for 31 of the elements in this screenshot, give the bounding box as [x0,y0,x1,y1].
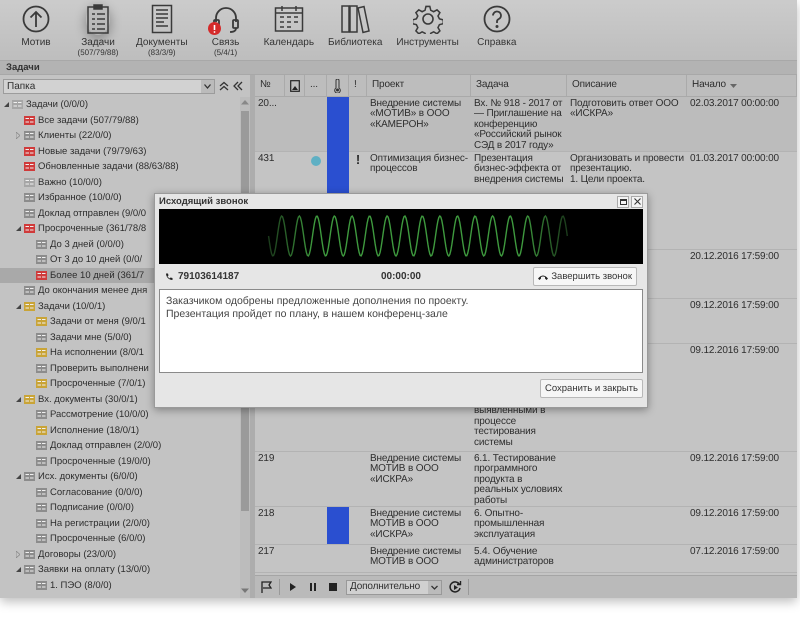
table-cell-text: 219 [257,452,276,466]
table-cell-text: 5.4. Обучение администраторов [473,545,555,570]
call-timer: 00:00:00 [380,271,422,282]
table-cell-text: 09.12.2016 17:59:00 [689,507,780,521]
table-cell-text: 09.12.2016 17:59:00 [689,452,780,466]
section-title: Задачи [6,62,40,73]
table-cell-text: Внедрение системы МОТИВ в ООО «ИСКРА» [369,452,462,487]
table-cell-text: Презентация бизнес-эффекта от внедрения системы [473,152,565,187]
table-cell-text: Внедрение системы «МОТИВ» в ООО «КАМЕРОН» [369,97,462,132]
table-cell-text: 02.03.2017 00:00:00 [689,97,780,111]
importance-mark: ! [354,152,362,168]
table-cell-text: Внедрение системы МОТИВ в ООО «ИСКРА» [369,507,462,542]
table-cell-text: Подготовить ответ ООО «ИСКРА» [569,97,680,122]
dialog-title: Исходящий звонок [159,196,248,207]
table-cell-text: 07.12.2016 17:59:00 [689,545,780,559]
table-cell-text: 09.12.2016 17:59:00 [689,299,780,313]
table-cell-text: 20... [257,97,278,111]
table-cell-text: 09.12.2016 17:59:00 [689,344,780,358]
table-cell-text: Вх. № 918 - 2017 от — Приглашение на конференцию «Российский рынок СЭД в 2017 году» [473,97,564,153]
table-cell-text: Оптимизация бизнес-процессов [369,152,469,176]
table-cell-text: выявленными в процессе тестирования системы [473,404,546,450]
table-cell-text: Организовать и провести презентацию. 1. Цели проекта. [569,152,685,187]
table-cell-text: 218 [257,507,276,521]
table-cell-text: 01.03.2017 00:00:00 [689,152,780,166]
table-cell-text: Внедрение системы МОТИВ в ООО [369,545,462,570]
table-cell-text: 217 [257,545,276,559]
table-cell-text: 6.1. Тестирование программного продукта в реальных условиях работы [473,452,564,508]
table-cell-text: 6. Опытно-промышленная эксплуатация [473,507,546,542]
phone-number: 79103614187 [178,271,240,282]
table-cell-text: 20.12.2016 17:59:00 [689,250,780,264]
table-cell-text: 431 [257,152,276,166]
